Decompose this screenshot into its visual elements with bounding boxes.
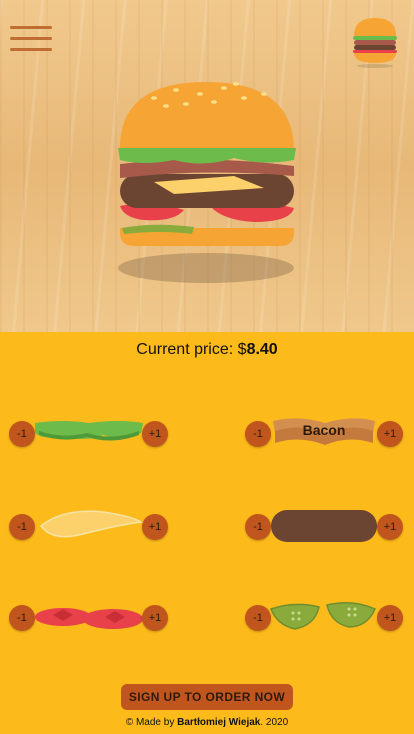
ingredient-tomato: -1 +1 [9, 605, 169, 633]
cheese-plus-button[interactable]: +1 [142, 514, 168, 540]
tomato-icon [35, 608, 143, 629]
footer-author[interactable]: Bartłomiej Wiejak [177, 717, 260, 728]
menu-line [10, 37, 52, 40]
current-price: Current price: $8.40 [0, 341, 414, 359]
ingredient-lettuce: -1 +1 [9, 421, 169, 449]
footer-prefix: © Made by [125, 717, 178, 728]
bacon-minus-button[interactable]: -1 [245, 421, 271, 447]
menu-line [10, 48, 52, 51]
ingredient-bacon: -1 Bacon +1 [245, 418, 405, 449]
burger-stage [0, 0, 414, 332]
bacon-label: Bacon [302, 422, 346, 438]
meat-plus-button[interactable]: +1 [377, 514, 403, 540]
tomato-minus-button[interactable]: -1 [9, 605, 35, 631]
cheese-minus-button[interactable]: -1 [9, 514, 35, 540]
signup-to-order-button[interactable]: SIGN UP TO ORDER NOW [121, 684, 293, 710]
meat-patty-icon [271, 510, 377, 542]
price-label: Current price: [136, 341, 234, 358]
tomato-plus-button[interactable]: +1 [142, 605, 168, 631]
bacon-plus-button[interactable]: +1 [377, 421, 403, 447]
ingredient-pickle: -1 +1 [245, 602, 405, 633]
lettuce-plus-button[interactable]: +1 [142, 421, 168, 447]
burger-preview [118, 82, 296, 283]
hamburger-menu-icon[interactable] [10, 26, 52, 52]
footer-credit: © Made by Bartłomiej Wiejak. 2020 [0, 717, 414, 728]
ingredient-cheese: -1 +1 [9, 510, 169, 542]
cheese-icon [39, 510, 144, 538]
menu-line [10, 26, 52, 29]
burger-preview-icon[interactable] [350, 16, 400, 68]
pickle-icon [270, 602, 376, 630]
price-currency: $ [237, 341, 247, 358]
footer-suffix: . 2020 [260, 717, 289, 728]
lettuce-minus-button[interactable]: -1 [9, 421, 35, 447]
pickle-plus-button[interactable]: +1 [377, 605, 403, 631]
lettuce-icon [35, 421, 143, 441]
ingredient-meat: -1 +1 [245, 510, 405, 542]
pickle-minus-button[interactable]: -1 [245, 605, 271, 631]
meat-minus-button[interactable]: -1 [245, 514, 271, 540]
ingredients-panel: Current price: $8.40 -1 +1 -1 Bacon +1 -… [0, 332, 414, 734]
price-value: 8.40 [246, 341, 278, 358]
